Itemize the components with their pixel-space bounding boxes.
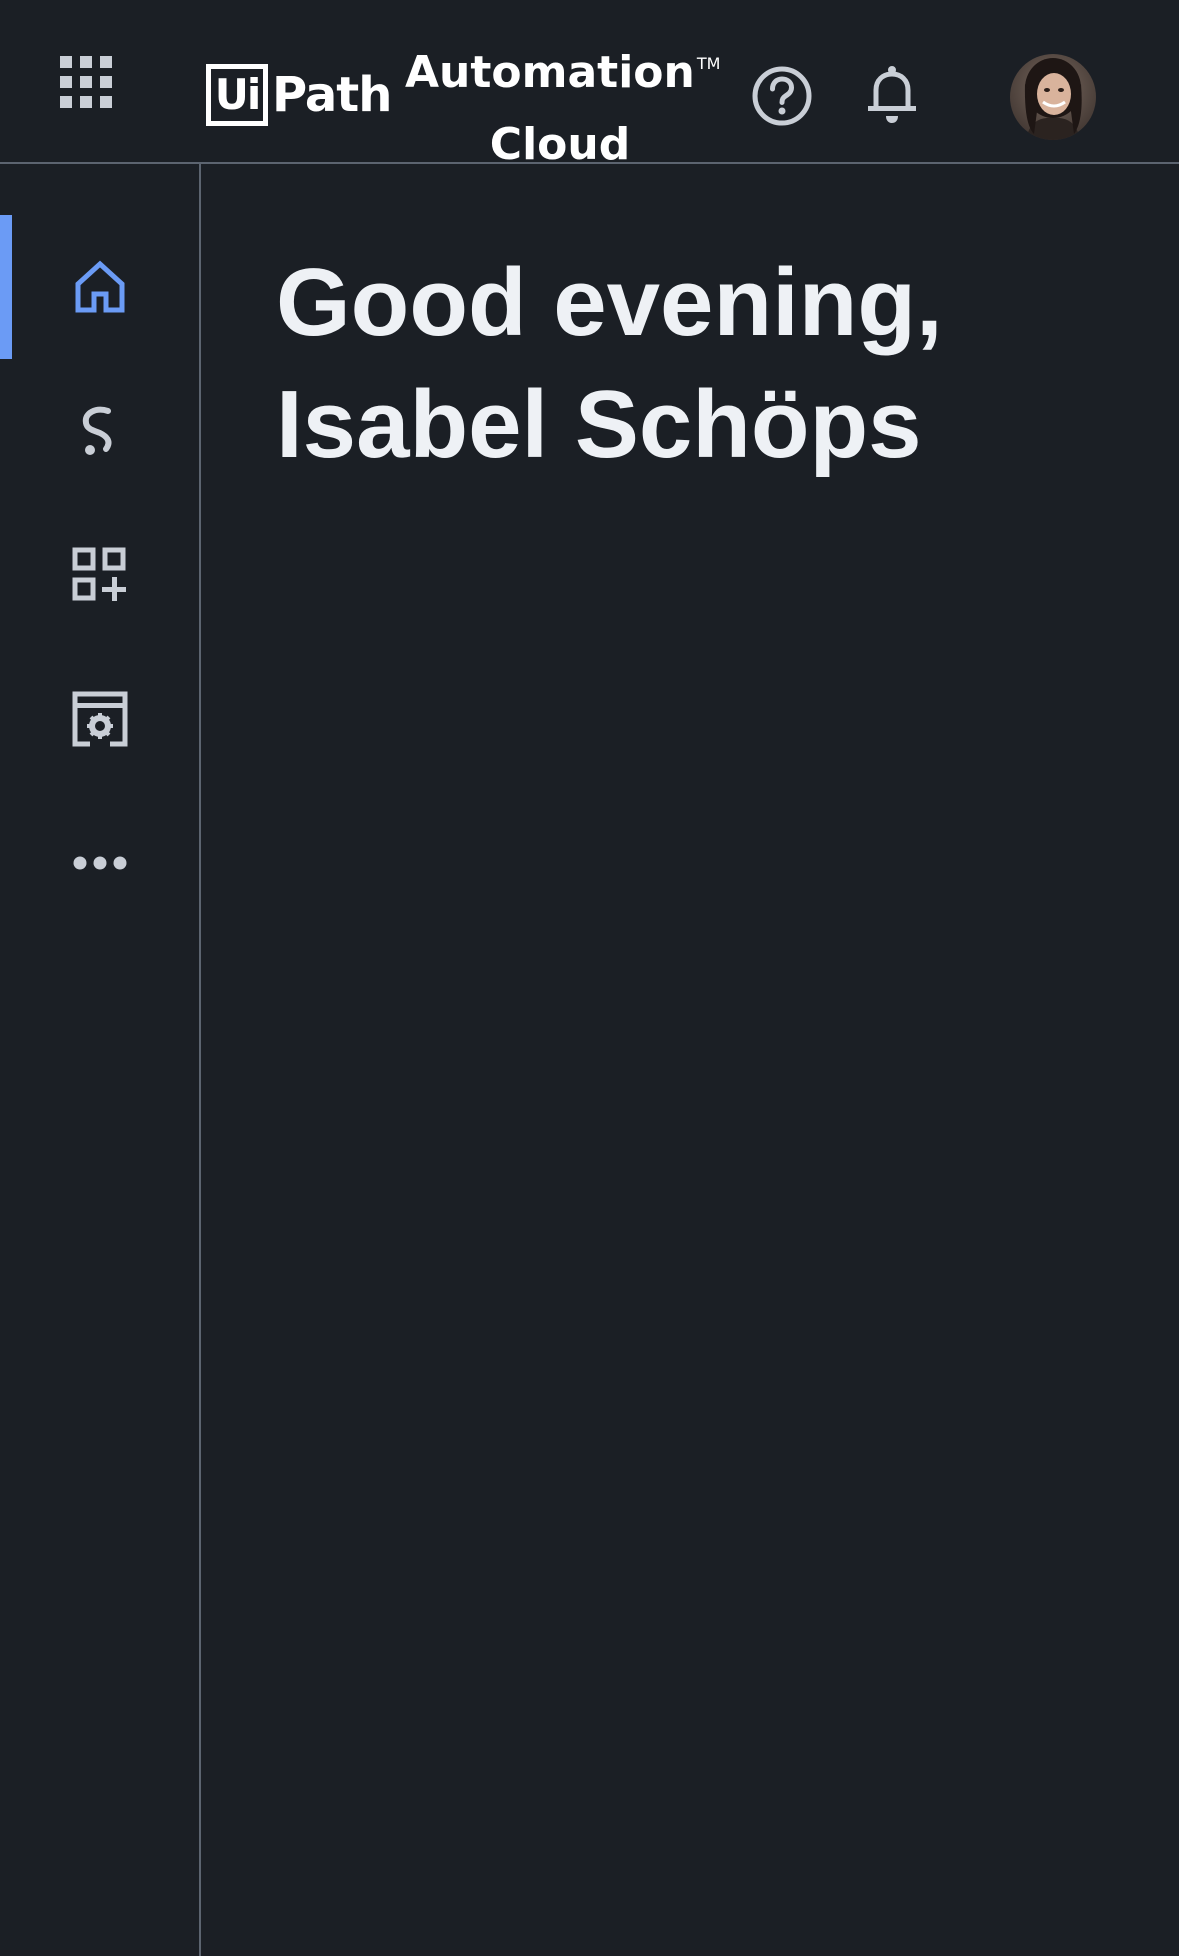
apps-grid-icon <box>60 56 112 108</box>
nav-item-admin[interactable] <box>0 647 199 791</box>
nav-item-automations[interactable] <box>0 359 199 503</box>
nav-item-marketplace[interactable] <box>0 503 199 647</box>
product-name-text: Automation <box>405 47 695 98</box>
app-window: Ui Path Automation TM Cloud Good evening… <box>0 0 1179 1956</box>
product-name-line2: Cloud <box>489 119 631 170</box>
nav-item-home[interactable] <box>0 215 199 359</box>
trademark-mark: TM <box>696 54 721 73</box>
top-header: Ui Path Automation TM Cloud <box>0 0 1179 170</box>
nav-item-more[interactable] <box>0 791 199 935</box>
logo-word: Path <box>272 67 392 123</box>
logo-box: Ui <box>206 64 268 126</box>
help-circle-icon <box>752 66 812 126</box>
product-name-line1: Automation TM <box>405 28 720 109</box>
home-icon <box>75 260 124 313</box>
automations-icon <box>82 406 111 455</box>
left-navigation <box>0 164 201 1956</box>
notifications-button[interactable] <box>856 58 928 134</box>
greeting-user-name: Isabel Schöps <box>276 371 922 478</box>
greeting-line1: Good evening, <box>276 249 943 356</box>
page-title-greeting: Good evening, Isabel Schöps <box>276 242 1156 486</box>
bell-icon <box>868 66 916 123</box>
apps-launcher-button[interactable] <box>44 40 128 124</box>
admin-settings-icon <box>72 691 127 747</box>
add-apps-icon <box>72 547 126 601</box>
avatar-image <box>1010 54 1096 140</box>
user-avatar[interactable] <box>1010 54 1096 140</box>
more-icon <box>73 856 126 870</box>
product-name: Automation TM Cloud <box>405 28 720 181</box>
uipath-logo[interactable]: Ui Path <box>206 60 392 130</box>
help-button[interactable] <box>746 60 818 132</box>
